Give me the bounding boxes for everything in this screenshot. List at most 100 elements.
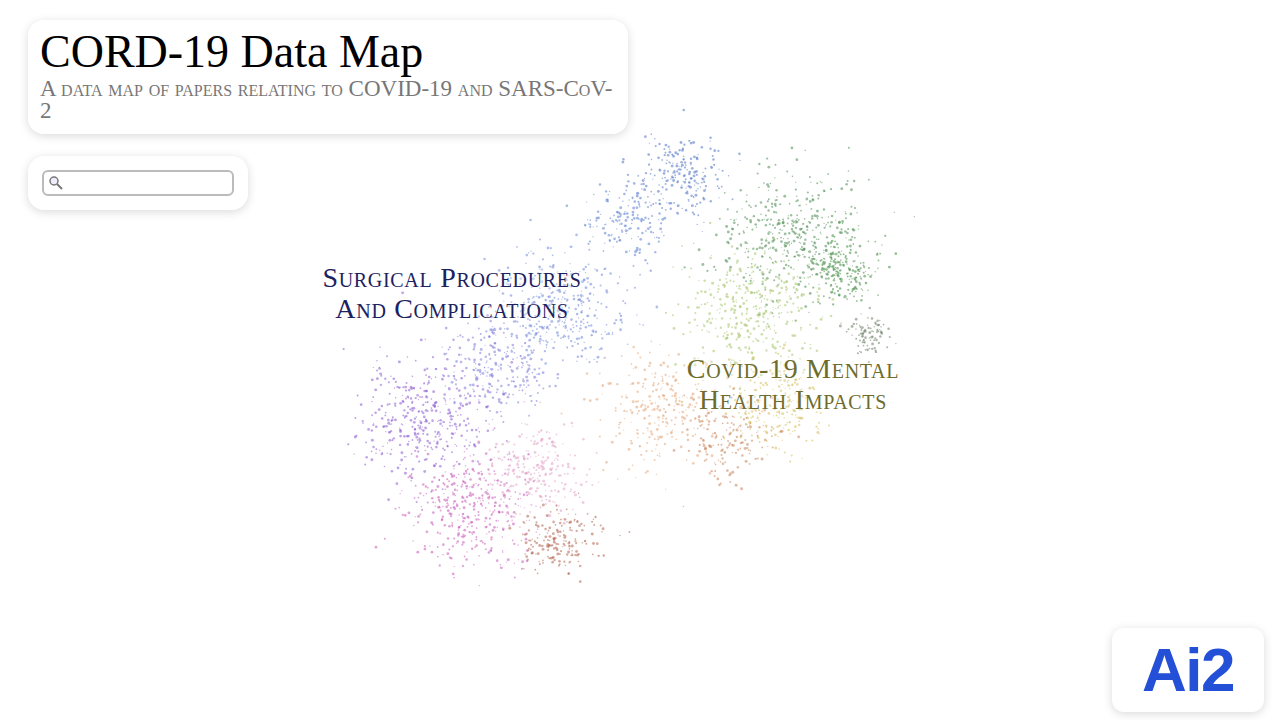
map-point[interactable] <box>847 289 849 291</box>
map-point[interactable] <box>645 172 647 174</box>
map-point[interactable] <box>805 198 808 201</box>
map-point[interactable] <box>852 269 855 272</box>
map-point[interactable] <box>804 342 806 344</box>
map-point[interactable] <box>618 236 620 238</box>
map-point[interactable] <box>765 224 767 226</box>
map-point[interactable] <box>811 241 813 243</box>
map-point[interactable] <box>653 194 654 195</box>
map-point[interactable] <box>546 344 548 346</box>
map-point[interactable] <box>663 172 666 175</box>
map-point[interactable] <box>693 155 696 158</box>
map-point[interactable] <box>770 247 772 249</box>
map-point[interactable] <box>639 238 642 241</box>
map-point[interactable] <box>797 254 799 256</box>
map-point[interactable] <box>769 223 771 225</box>
map-point[interactable] <box>683 181 684 182</box>
map-point[interactable] <box>690 158 692 160</box>
map-point[interactable] <box>581 336 584 339</box>
map-point[interactable] <box>590 324 592 326</box>
map-point[interactable] <box>657 190 660 193</box>
map-point[interactable] <box>580 325 582 327</box>
map-point[interactable] <box>586 358 587 359</box>
map-point[interactable] <box>751 229 753 231</box>
map-point[interactable] <box>859 276 861 278</box>
map-point[interactable] <box>505 402 507 404</box>
map-point[interactable] <box>800 238 801 239</box>
map-point[interactable] <box>659 203 661 205</box>
map-point[interactable] <box>779 229 781 231</box>
map-point[interactable] <box>539 238 541 240</box>
map-point[interactable] <box>715 269 717 271</box>
map-point[interactable] <box>671 164 674 167</box>
map-point[interactable] <box>766 237 767 238</box>
map-point[interactable] <box>719 312 720 313</box>
map-point[interactable] <box>733 311 736 314</box>
map-point[interactable] <box>798 219 800 221</box>
map-point[interactable] <box>788 215 789 216</box>
map-point[interactable] <box>705 189 706 190</box>
map-point[interactable] <box>783 260 785 262</box>
map-point[interactable] <box>611 234 612 235</box>
map-point[interactable] <box>761 271 764 274</box>
map-point[interactable] <box>763 329 765 331</box>
map-point[interactable] <box>881 244 882 245</box>
map-point[interactable] <box>504 352 505 353</box>
map-point[interactable] <box>636 192 638 194</box>
map-point[interactable] <box>804 277 805 278</box>
map-point[interactable] <box>826 236 828 238</box>
map-point[interactable] <box>533 349 535 351</box>
map-point[interactable] <box>706 320 709 323</box>
map-point[interactable] <box>741 208 742 209</box>
map-point[interactable] <box>724 287 725 288</box>
map-point[interactable] <box>697 183 699 185</box>
map-point[interactable] <box>768 248 770 250</box>
map-point[interactable] <box>767 318 769 320</box>
map-point[interactable] <box>644 178 645 179</box>
map-point[interactable] <box>758 325 760 327</box>
map-point[interactable] <box>531 351 534 354</box>
map-point[interactable] <box>500 385 503 388</box>
map-point[interactable] <box>853 180 855 182</box>
map-point[interactable] <box>494 328 495 329</box>
map-point[interactable] <box>617 220 619 222</box>
map-point[interactable] <box>764 289 766 291</box>
map-point[interactable] <box>791 334 794 337</box>
map-point[interactable] <box>604 232 607 235</box>
map-point[interactable] <box>778 302 779 303</box>
map-point[interactable] <box>691 204 694 207</box>
map-point[interactable] <box>744 346 747 349</box>
map-point[interactable] <box>810 344 812 346</box>
map-point[interactable] <box>529 395 531 397</box>
map-point[interactable] <box>753 292 754 293</box>
map-point[interactable] <box>664 154 666 156</box>
map-point[interactable] <box>655 306 658 309</box>
map-point[interactable] <box>702 172 703 173</box>
map-point[interactable] <box>626 212 629 215</box>
map-point[interactable] <box>661 218 664 221</box>
map-point[interactable] <box>778 293 779 294</box>
map-point[interactable] <box>539 340 541 342</box>
map-point[interactable] <box>520 326 521 327</box>
map-point[interactable] <box>785 342 786 343</box>
map-point[interactable] <box>557 377 559 379</box>
map-point[interactable] <box>720 304 722 306</box>
map-point[interactable] <box>762 315 764 317</box>
map-point[interactable] <box>859 245 862 248</box>
map-point[interactable] <box>701 263 704 266</box>
map-point[interactable] <box>780 287 783 290</box>
map-point[interactable] <box>600 347 603 350</box>
map-point[interactable] <box>834 278 835 279</box>
map-point[interactable] <box>478 427 479 428</box>
map-point[interactable] <box>742 298 743 299</box>
map-point[interactable] <box>683 158 685 160</box>
map-point[interactable] <box>672 314 674 316</box>
map-point[interactable] <box>764 206 767 209</box>
map-point[interactable] <box>748 205 750 207</box>
map-point[interactable] <box>631 196 633 198</box>
map-point[interactable] <box>693 175 696 178</box>
map-point[interactable] <box>775 332 777 334</box>
map-point[interactable] <box>758 316 760 318</box>
map-point[interactable] <box>764 311 765 312</box>
map-point[interactable] <box>835 253 838 256</box>
map-point[interactable] <box>880 326 881 327</box>
